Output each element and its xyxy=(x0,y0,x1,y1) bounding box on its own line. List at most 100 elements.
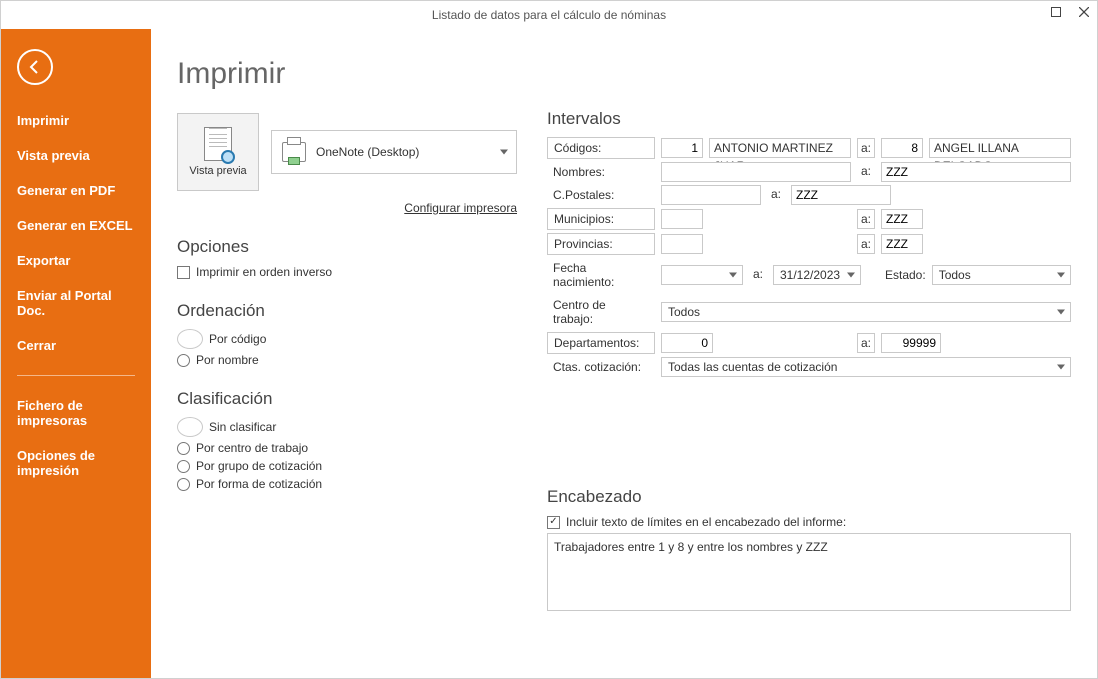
nombres-label: Nombres: xyxy=(547,162,655,182)
range-a: a: xyxy=(767,185,785,205)
cpostales-from-input[interactable] xyxy=(661,185,761,205)
ctas-label: Ctas. cotización: xyxy=(547,357,655,377)
close-icon[interactable] xyxy=(1075,3,1093,21)
radio-icon xyxy=(177,478,190,491)
maximize-icon[interactable] xyxy=(1047,3,1065,21)
reverse-order-checkbox[interactable]: Imprimir en orden inverso xyxy=(177,265,517,279)
nombres-from-input[interactable] xyxy=(661,162,851,182)
radio-por-forma[interactable]: Por forma de cotización xyxy=(177,477,517,491)
printer-icon xyxy=(282,142,306,162)
preview-label: Vista previa xyxy=(189,165,246,177)
range-a: a: xyxy=(857,234,875,254)
dept-from-input[interactable] xyxy=(661,333,713,353)
sidebar: Imprimir Vista previa Generar en PDF Gen… xyxy=(1,29,151,678)
configure-printer-link[interactable]: Configurar impresora xyxy=(177,201,517,215)
centro-select[interactable]: Todos xyxy=(661,302,1071,322)
radio-por-nombre[interactable]: Por nombre xyxy=(177,353,517,367)
header-textarea[interactable]: Trabajadores entre 1 y 8 y entre los nom… xyxy=(547,533,1071,611)
sidebar-item-fichero-impresoras[interactable]: Fichero de impresoras xyxy=(1,388,151,438)
dept-to-input[interactable] xyxy=(881,333,941,353)
chevron-down-icon xyxy=(1057,273,1065,278)
estado-label: Estado: xyxy=(885,268,926,282)
sidebar-item-imprimir[interactable]: Imprimir xyxy=(1,103,151,138)
sidebar-item-cerrar[interactable]: Cerrar xyxy=(1,328,151,363)
sidebar-item-vista-previa[interactable]: Vista previa xyxy=(1,138,151,173)
radio-icon xyxy=(177,460,190,473)
sidebar-item-opciones-impresion[interactable]: Opciones de impresión xyxy=(1,438,151,488)
radio-label: Por código xyxy=(209,332,266,346)
radio-icon xyxy=(177,354,190,367)
section-intervalos: Intervalos xyxy=(547,109,1071,129)
chevron-down-icon xyxy=(1057,365,1065,370)
radio-label: Sin clasificar xyxy=(209,420,276,434)
radio-label: Por centro de trabajo xyxy=(196,441,308,455)
sidebar-separator xyxy=(17,375,135,376)
radio-icon xyxy=(177,417,203,437)
municipios-to-input[interactable] xyxy=(881,209,923,229)
cpostales-to-input[interactable] xyxy=(791,185,891,205)
radio-label: Por grupo de cotización xyxy=(196,459,322,473)
printer-select[interactable]: OneNote (Desktop) xyxy=(271,130,517,174)
range-a: a: xyxy=(857,162,875,182)
fecha-to-select[interactable]: 31/12/2023 xyxy=(773,265,861,285)
checkbox-icon xyxy=(177,266,190,279)
preview-button[interactable]: Vista previa xyxy=(177,113,259,191)
section-clasificacion: Clasificación xyxy=(177,389,517,409)
chevron-down-icon xyxy=(500,150,508,155)
range-a: a: xyxy=(857,209,875,229)
municipios-from-input[interactable] xyxy=(661,209,703,229)
section-opciones: Opciones xyxy=(177,237,517,257)
range-a: a: xyxy=(857,333,875,353)
cpostales-label: C.Postales: xyxy=(547,185,655,205)
provincias-label[interactable]: Provincias: xyxy=(547,233,655,255)
page-title: Imprimir xyxy=(177,57,517,91)
ctas-select[interactable]: Todas las cuentas de cotización xyxy=(661,357,1071,377)
section-ordenacion: Ordenación xyxy=(177,301,517,321)
radio-por-centro[interactable]: Por centro de trabajo xyxy=(177,441,517,455)
printer-name: OneNote (Desktop) xyxy=(316,145,419,159)
titlebar: Listado de datos para el cálculo de nómi… xyxy=(1,1,1097,29)
window-title: Listado de datos para el cálculo de nómi… xyxy=(432,8,666,22)
codigos-to-name: ANGEL ILLANA DELGADO xyxy=(929,138,1071,158)
fecha-to-value: 31/12/2023 xyxy=(780,268,840,282)
ctas-value: Todas las cuentas de cotización xyxy=(668,360,837,374)
document-preview-icon xyxy=(204,127,232,161)
range-a: a: xyxy=(749,265,767,285)
radio-por-grupo[interactable]: Por grupo de cotización xyxy=(177,459,517,473)
include-limits-label: Incluir texto de límites en el encabezad… xyxy=(566,515,846,529)
radio-label: Por nombre xyxy=(196,353,259,367)
provincias-to-input[interactable] xyxy=(881,234,923,254)
range-a: a: xyxy=(857,138,875,158)
sidebar-item-exportar[interactable]: Exportar xyxy=(1,243,151,278)
estado-select[interactable]: Todos xyxy=(932,265,1071,285)
radio-icon xyxy=(177,442,190,455)
radio-sin-clasificar[interactable]: Sin clasificar xyxy=(177,417,517,437)
chevron-down-icon xyxy=(729,273,737,278)
municipios-label[interactable]: Municipios: xyxy=(547,208,655,230)
chevron-down-icon xyxy=(1057,310,1065,315)
sidebar-item-enviar-portal[interactable]: Enviar al Portal Doc. xyxy=(1,278,151,328)
centro-label: Centro de trabajo: xyxy=(547,295,655,329)
radio-icon xyxy=(177,329,203,349)
nombres-to-input[interactable] xyxy=(881,162,1071,182)
fecha-from-select[interactable] xyxy=(661,265,743,285)
radio-por-codigo[interactable]: Por código xyxy=(177,329,517,349)
reverse-order-label: Imprimir en orden inverso xyxy=(196,265,332,279)
codigos-from-input[interactable] xyxy=(661,138,703,158)
fecha-label: Fecha nacimiento: xyxy=(547,258,655,292)
codigos-from-name: ANTONIO MARTINEZ JUAR xyxy=(709,138,851,158)
codigos-to-input[interactable] xyxy=(881,138,923,158)
radio-label: Por forma de cotización xyxy=(196,477,322,491)
centro-value: Todos xyxy=(668,305,700,319)
codigos-label[interactable]: Códigos: xyxy=(547,137,655,159)
section-encabezado: Encabezado xyxy=(547,487,1071,507)
sidebar-item-generar-excel[interactable]: Generar en EXCEL xyxy=(1,208,151,243)
chevron-down-icon xyxy=(847,273,855,278)
dept-label[interactable]: Departamentos: xyxy=(547,332,655,354)
sidebar-item-generar-pdf[interactable]: Generar en PDF xyxy=(1,173,151,208)
estado-value: Todos xyxy=(939,268,971,282)
checkbox-checked-icon: ✓ xyxy=(547,516,560,529)
provincias-from-input[interactable] xyxy=(661,234,703,254)
include-limits-checkbox[interactable]: ✓ Incluir texto de límites en el encabez… xyxy=(547,515,1071,529)
back-button[interactable] xyxy=(17,49,53,85)
